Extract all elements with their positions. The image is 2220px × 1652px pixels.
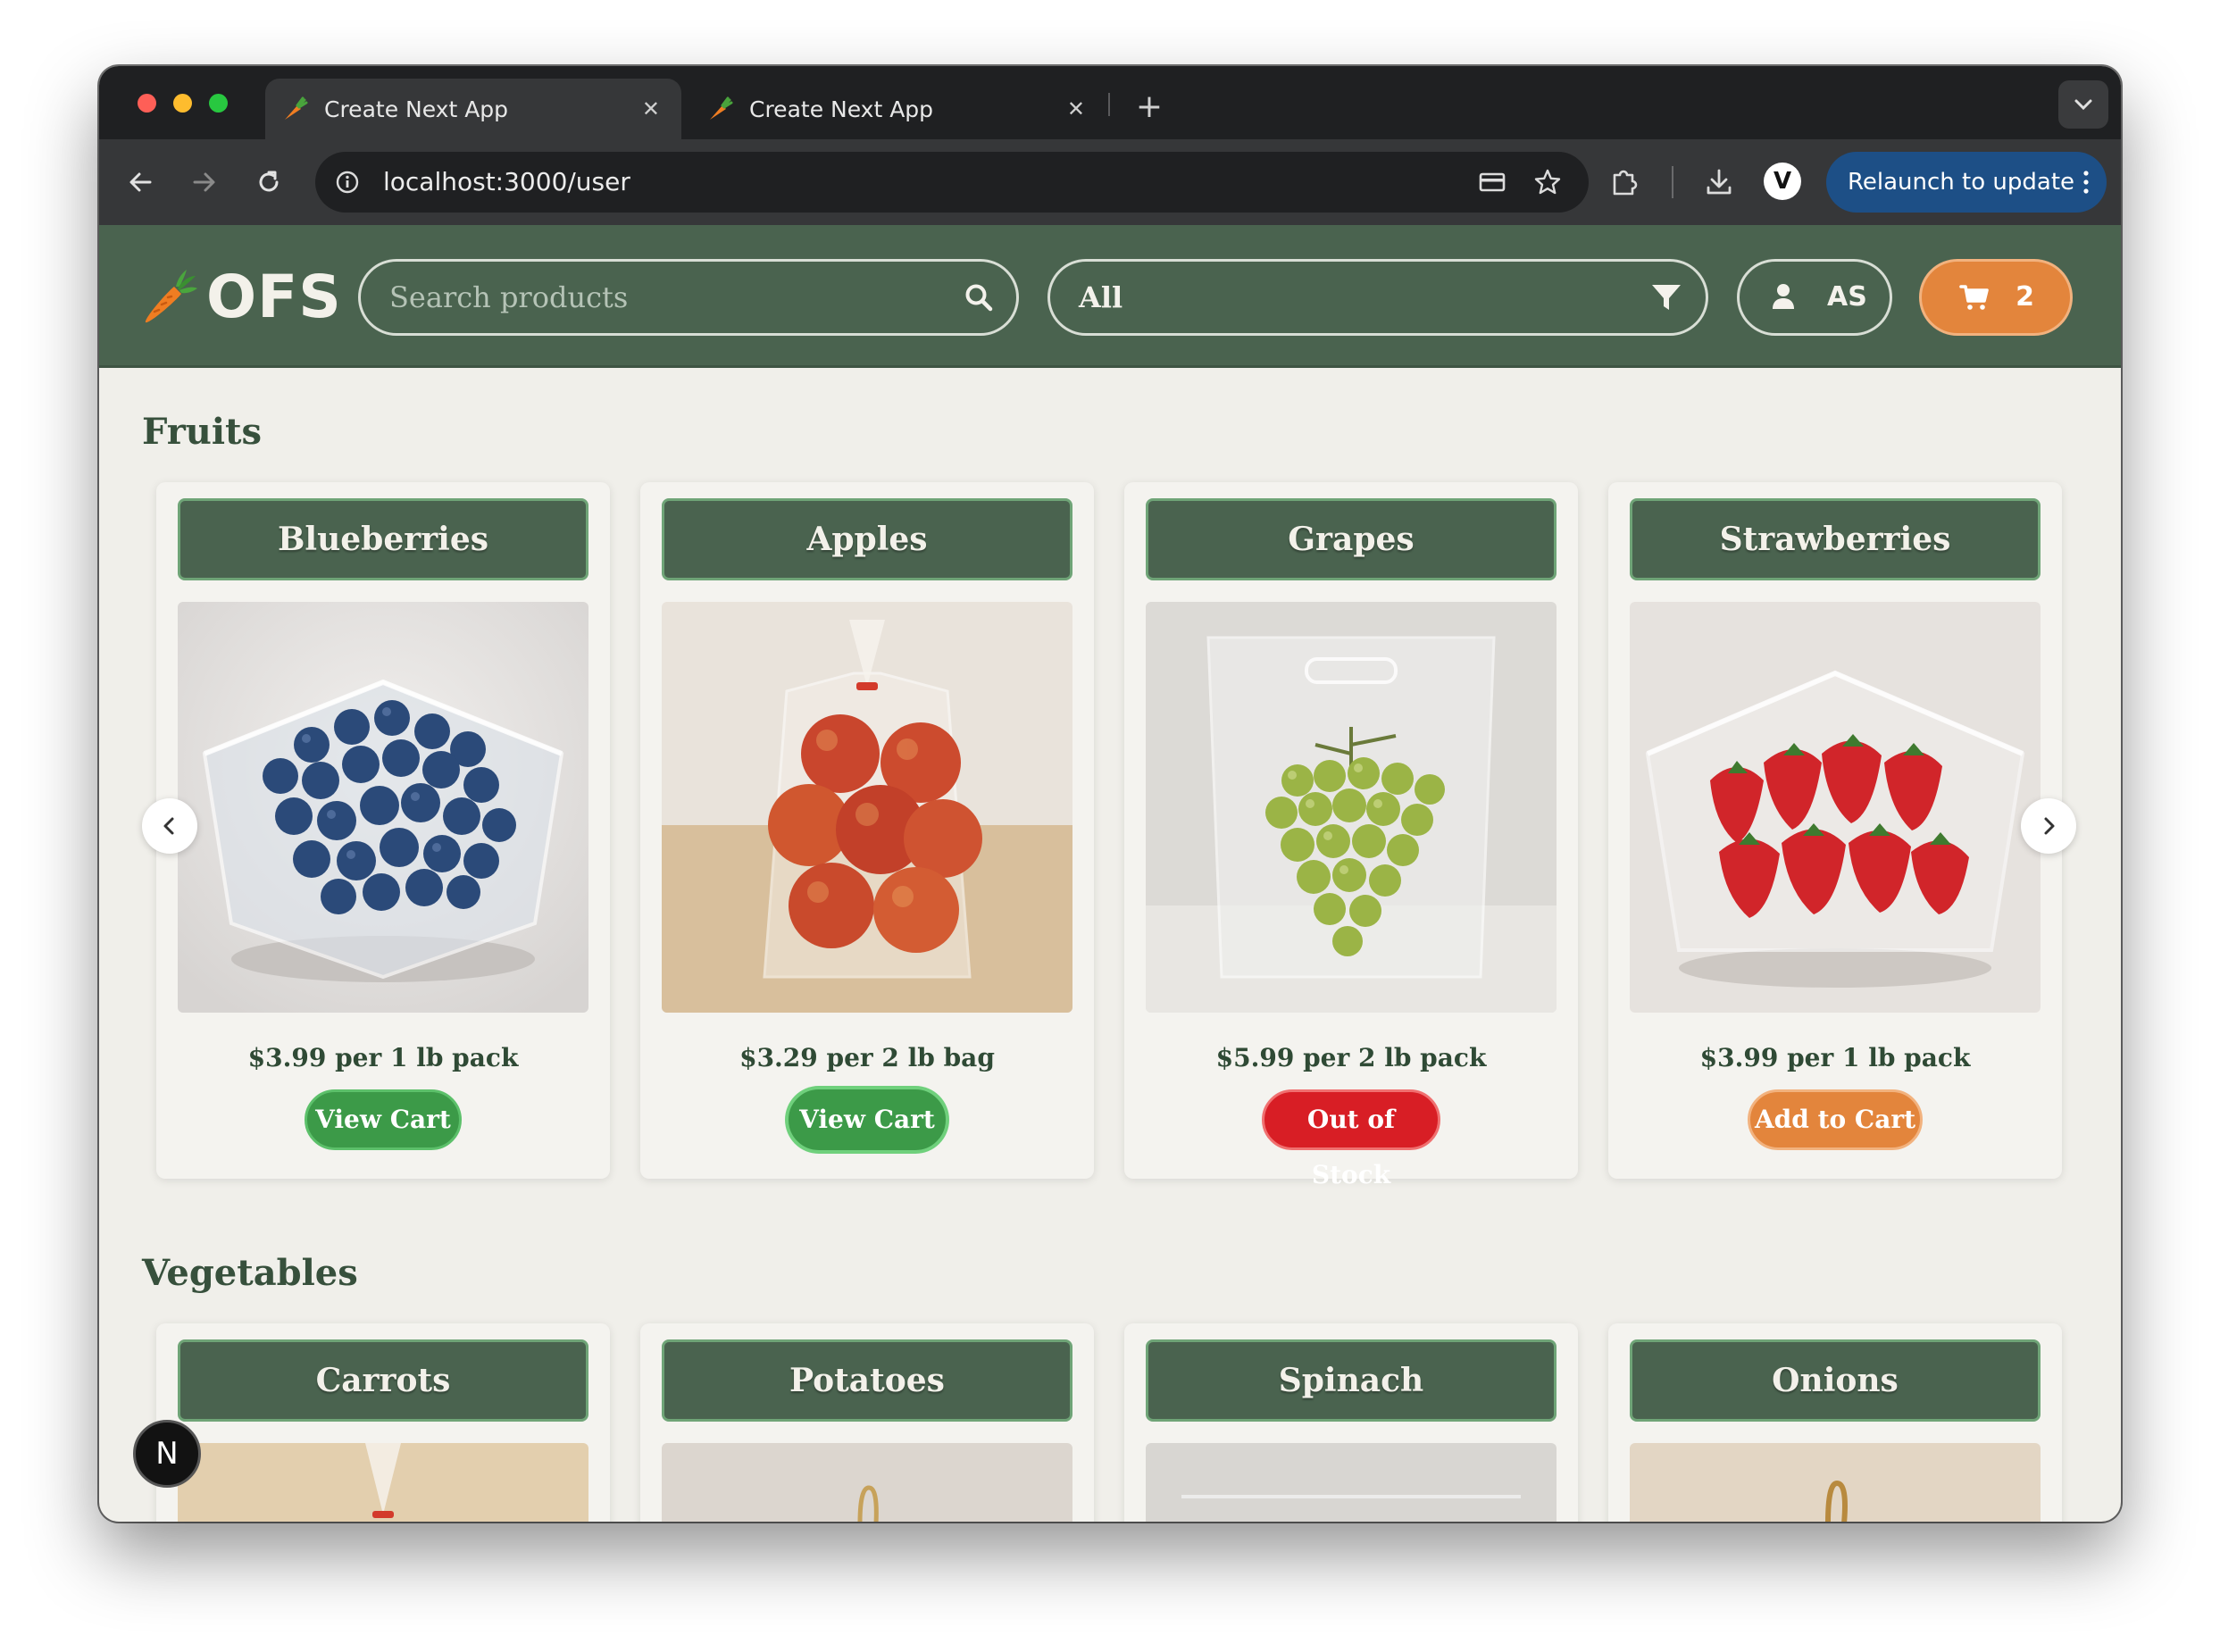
add-to-cart-button[interactable]: Add to Cart	[1748, 1089, 1923, 1150]
product-image-onions[interactable]	[1630, 1443, 2041, 1522]
category-filter-select[interactable]: All	[1047, 259, 1708, 336]
section-title-vegetables: Vegetables	[142, 1252, 358, 1294]
view-cart-button[interactable]: View Cart	[789, 1089, 946, 1150]
cart-button[interactable]: 2	[1919, 259, 2073, 336]
toolbar-separator	[1672, 166, 1673, 198]
search-icon[interactable]	[963, 281, 995, 313]
carrot-favicon-icon	[285, 96, 308, 120]
grapes-illustration	[1146, 602, 1557, 1013]
relaunch-to-update-button[interactable]: Relaunch to update	[1826, 152, 2107, 213]
search-input[interactable]: Search products	[358, 259, 1019, 336]
section-title-fruits: Fruits	[142, 411, 263, 453]
product-card-apples: Apples $3.29 per 2 lb bag View Cart	[640, 482, 1094, 1179]
forward-button[interactable]	[185, 163, 224, 202]
browser-tab-2[interactable]: Create Next App ✕	[690, 79, 1106, 139]
product-name: Onions	[1630, 1339, 2041, 1422]
new-tab-button[interactable]: +	[1124, 82, 1174, 132]
strawberries-illustration	[1630, 602, 2041, 1013]
product-name: Strawberries	[1630, 498, 2041, 580]
carrot-favicon-icon	[710, 96, 733, 120]
blueberries-illustration	[178, 602, 588, 1013]
category-selected-value: All	[1079, 280, 1123, 314]
site-info-icon[interactable]	[335, 170, 360, 195]
product-name: Apples	[662, 498, 1072, 580]
out-of-stock-button[interactable]: Out of Stock	[1262, 1089, 1440, 1189]
carousel-prev-button[interactable]	[142, 798, 197, 854]
tab-title: Create Next App	[324, 96, 509, 122]
cart-icon	[1959, 285, 1989, 310]
filter-funnel-icon	[1652, 285, 1681, 310]
product-image-potatoes[interactable]	[662, 1443, 1072, 1522]
tab-strip: Create Next App ✕ Create Next App ✕ +	[99, 66, 2121, 139]
browser-window: Create Next App ✕ Create Next App ✕ + lo…	[99, 66, 2121, 1522]
product-price: $3.99 per 1 lb pack	[1699, 1043, 1971, 1072]
browser-toolbar: localhost:3000/user V Relaunch to update	[99, 139, 2121, 225]
onions-illustration	[1630, 1443, 2041, 1522]
product-price: $3.29 per 2 lb bag	[739, 1043, 995, 1072]
apples-illustration	[662, 602, 1072, 1013]
product-card-onions: Onions	[1608, 1323, 2062, 1522]
logo-text: OFS	[206, 262, 342, 331]
back-button[interactable]	[121, 163, 160, 202]
product-image-carrots[interactable]	[178, 1443, 588, 1522]
product-card-spinach: Spinach	[1124, 1323, 1578, 1522]
bookmark-star-icon[interactable]	[1533, 168, 1562, 196]
product-card-carrots: Carrots	[156, 1323, 610, 1522]
tab-close-icon[interactable]: ✕	[642, 96, 660, 121]
search-placeholder: Search products	[389, 280, 629, 314]
more-vert-icon	[2083, 171, 2089, 194]
product-card-strawberries: Strawberries $3.99 per 1 lb pack Add to …	[1608, 482, 2062, 1179]
app-header: OFS Search products All AS 2	[99, 225, 2121, 368]
potatoes-illustration	[662, 1443, 1072, 1522]
relaunch-label: Relaunch to update	[1848, 169, 2075, 196]
product-price: $5.99 per 2 lb pack	[1215, 1043, 1487, 1072]
browser-tab-1[interactable]: Create Next App ✕	[265, 79, 681, 139]
cart-count-badge: 2	[2016, 281, 2034, 313]
product-image-spinach[interactable]	[1146, 1443, 1557, 1522]
product-name: Blueberries	[178, 498, 588, 580]
zoom-window-button[interactable]	[209, 94, 228, 113]
tab-search-button[interactable]	[2058, 80, 2108, 129]
chevron-down-icon	[2074, 99, 2092, 111]
product-image-grapes[interactable]	[1146, 602, 1557, 1013]
close-window-button[interactable]	[138, 94, 156, 113]
extensions-puzzle-icon[interactable]	[1608, 166, 1640, 198]
product-image-strawberries[interactable]	[1630, 602, 2041, 1013]
user-icon	[1773, 284, 1794, 309]
carousel-next-button[interactable]	[2021, 798, 2076, 854]
nextjs-dev-indicator[interactable]: N	[133, 1420, 201, 1488]
reload-button[interactable]	[249, 163, 288, 202]
product-name: Spinach	[1146, 1339, 1557, 1422]
product-name: Grapes	[1146, 498, 1557, 580]
user-initials: AS	[1827, 281, 1867, 313]
product-name: Carrots	[178, 1339, 588, 1422]
card-icon[interactable]	[1478, 168, 1506, 196]
carrot-icon	[145, 270, 197, 323]
address-url: localhost:3000/user	[383, 167, 630, 196]
product-name: Potatoes	[662, 1339, 1072, 1422]
view-cart-button[interactable]: View Cart	[305, 1089, 462, 1150]
product-image-blueberries[interactable]	[178, 602, 588, 1013]
profile-avatar[interactable]: V	[1764, 163, 1801, 200]
tab-title: Create Next App	[749, 96, 934, 122]
app-logo[interactable]: OFS	[140, 262, 342, 331]
product-price: $3.99 per 1 lb pack	[247, 1043, 519, 1072]
reload-icon	[259, 171, 279, 192]
arrow-left-icon	[129, 172, 152, 192]
spinach-illustration	[1146, 1443, 1557, 1522]
tab-close-icon[interactable]: ✕	[1067, 96, 1085, 121]
product-image-apples[interactable]	[662, 602, 1072, 1013]
product-card-potatoes: Potatoes	[640, 1323, 1094, 1522]
download-icon[interactable]	[1703, 166, 1735, 198]
product-card-grapes: Grapes $5.99 per 2 lb pack Out of Stock	[1124, 482, 1578, 1189]
chevron-right-icon	[2044, 817, 2055, 835]
minimize-window-button[interactable]	[173, 94, 192, 113]
chevron-left-icon	[163, 817, 174, 835]
product-card-blueberries: Blueberries $3.99 per 1 lb pack View Car…	[156, 482, 610, 1179]
user-account-button[interactable]: AS	[1737, 259, 1892, 336]
carrots-illustration	[178, 1443, 588, 1522]
tab-separator	[1108, 93, 1110, 116]
arrow-right-icon	[193, 172, 215, 192]
address-bar[interactable]: localhost:3000/user	[315, 152, 1589, 213]
